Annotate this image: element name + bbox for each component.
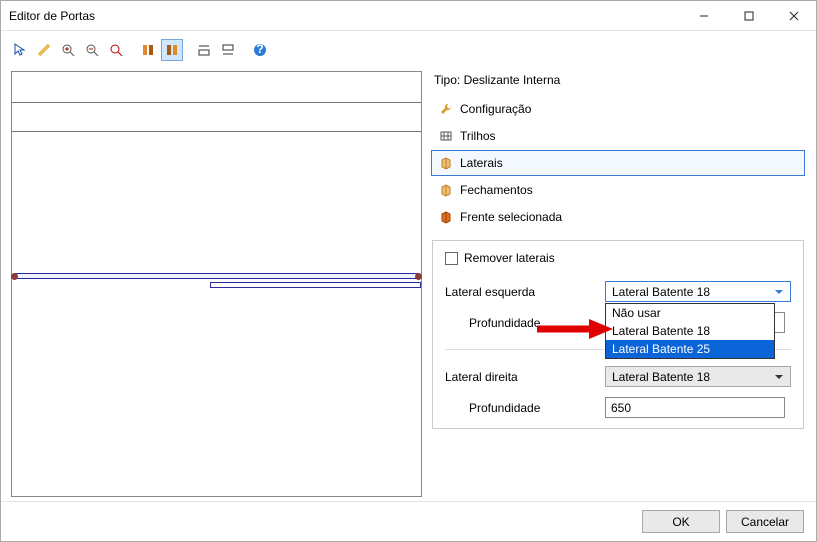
close-button[interactable] [771, 1, 816, 30]
svg-text:?: ? [256, 43, 263, 56]
nav-label: Frente selecionada [460, 210, 562, 224]
zoom-out-button[interactable] [81, 39, 103, 61]
profundidade-esq-label: Profundidade [445, 316, 605, 330]
wrench-icon [438, 101, 454, 117]
profundidade-dir-input[interactable] [605, 397, 785, 418]
lateral-direita-combo[interactable]: Lateral Batente 18 [605, 366, 791, 387]
rails-icon [438, 128, 454, 144]
profundidade-dir-label: Profundidade [445, 401, 605, 415]
titlebar: Editor de Portas [1, 1, 816, 31]
preview-handle-left[interactable] [11, 273, 18, 280]
remove-laterais-label: Remover laterais [464, 251, 555, 265]
type-value: Deslizante Interna [464, 73, 561, 87]
lateral-esquerda-label: Lateral esquerda [445, 285, 605, 299]
combo-value: Lateral Batente 18 [612, 370, 710, 384]
nav-item-frente[interactable]: Frente selecionada [431, 204, 805, 230]
preview-track-front [210, 282, 421, 288]
box-icon [438, 182, 454, 198]
laterais-panel: Remover laterais Lateral esquerda Latera… [432, 240, 804, 429]
nav-item-laterais[interactable]: Laterais [431, 150, 805, 176]
align-2-button[interactable] [217, 39, 239, 61]
dropdown-option[interactable]: Lateral Batente 25 [606, 340, 774, 358]
box-orange-icon [438, 209, 454, 225]
pointer-tool-button[interactable] [9, 39, 31, 61]
preview-top-bar [12, 102, 421, 132]
cancel-button[interactable]: Cancelar [726, 510, 804, 533]
help-button[interactable]: ? [249, 39, 271, 61]
type-prefix: Tipo: [434, 73, 464, 87]
nav-list: Configuração Trilhos Laterais Fechamento… [430, 95, 806, 232]
type-line: Tipo: Deslizante Interna [430, 71, 806, 95]
nav-label: Configuração [460, 102, 531, 116]
measure-tool-button[interactable] [33, 39, 55, 61]
maximize-button[interactable] [726, 1, 771, 30]
ok-button[interactable]: OK [642, 510, 720, 533]
preview-pane[interactable] [11, 71, 422, 497]
dropdown-option[interactable]: Não usar [606, 304, 774, 322]
view-2-button[interactable] [161, 39, 183, 61]
lateral-direita-label: Lateral direita [445, 370, 605, 384]
zoom-button[interactable] [105, 39, 127, 61]
preview-track-back [14, 273, 419, 279]
window: Editor de Portas ? Tipo: [0, 0, 817, 542]
preview-handle-right[interactable] [415, 273, 422, 280]
combo-value: Lateral Batente 18 [612, 285, 710, 299]
box-icon [438, 155, 454, 171]
window-title: Editor de Portas [9, 9, 681, 23]
nav-label: Fechamentos [460, 183, 533, 197]
view-1-button[interactable] [137, 39, 159, 61]
footer: OK Cancelar [1, 501, 816, 541]
toolbar: ? [1, 35, 816, 65]
dropdown-option[interactable]: Lateral Batente 18 [606, 322, 774, 340]
lateral-esquerda-dropdown: Não usar Lateral Batente 18 Lateral Bate… [605, 303, 775, 359]
nav-label: Trilhos [460, 129, 496, 143]
zoom-in-button[interactable] [57, 39, 79, 61]
remove-laterais-checkbox[interactable] [445, 252, 458, 265]
nav-label: Laterais [460, 156, 503, 170]
nav-item-trilhos[interactable]: Trilhos [431, 123, 805, 149]
lateral-esquerda-combo[interactable]: Lateral Batente 18 [605, 281, 791, 302]
nav-item-fechamentos[interactable]: Fechamentos [431, 177, 805, 203]
minimize-button[interactable] [681, 1, 726, 30]
align-1-button[interactable] [193, 39, 215, 61]
nav-item-config[interactable]: Configuração [431, 96, 805, 122]
